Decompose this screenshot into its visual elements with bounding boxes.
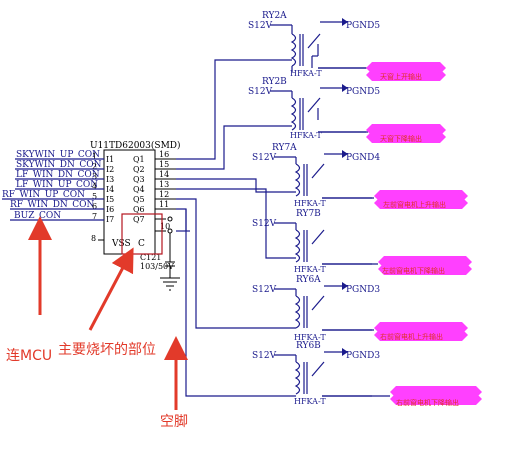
relay-gnd: PGND4 — [346, 153, 380, 163]
output-name: Q1 — [133, 155, 145, 164]
relay-ref: RY2A — [262, 11, 287, 21]
annotation-damage-text: 主要烧坏的部位 — [58, 342, 156, 358]
output-pin: 11 — [159, 200, 169, 209]
relay-model: HFKA-T — [290, 131, 322, 140]
input-name: I4 — [106, 185, 114, 194]
input-name: I2 — [106, 165, 114, 174]
input-name: I6 — [106, 205, 114, 214]
relay-supply: S12V — [252, 285, 277, 295]
ic-vss-label: VSS — [111, 239, 131, 249]
input-name: I7 — [106, 215, 114, 224]
relay-supply: S12V — [252, 351, 277, 361]
relay-supply: S12V — [248, 87, 273, 97]
ic-u11: U11TD62003(SMD) VSS 8 C 10 SKYWIN_UP_CON… — [2, 140, 181, 255]
output-tag-ry2a: 天窗上开输出 — [318, 62, 446, 81]
ic-input-7: BUZ_CON I7 7 — [10, 211, 114, 224]
output-name: Q4 — [133, 185, 145, 194]
relay-gnd: PGND3 — [346, 285, 380, 295]
output-pin: 13 — [159, 180, 169, 189]
output-tag-label: 右前窗电机上升输出 — [380, 332, 443, 341]
output-name: Q7 — [133, 215, 145, 224]
relay-ref: RY6A — [296, 275, 321, 285]
relay-drive-wires — [176, 59, 296, 397]
output-name: Q2 — [133, 165, 145, 174]
relay-supply: S12V — [248, 21, 273, 31]
output-pin: 15 — [159, 160, 169, 169]
input-pin: 4 — [92, 182, 97, 191]
output-tag-ry6b: 右前窗电机下降输出 — [322, 386, 482, 407]
output-tag-label: 左前窗电机上升输出 — [383, 200, 446, 209]
schematic: U11TD62003(SMD) VSS 8 C 10 SKYWIN_UP_CON… — [2, 11, 482, 430]
relay-ry2b: S12V RY2B PGND5 HFKA-T — [248, 77, 380, 140]
output-pin: 14 — [159, 170, 169, 179]
relay-ref: RY7A — [272, 143, 297, 153]
output-tag-label: 天窗上开输出 — [380, 72, 422, 81]
output-tag-label: 右前窗电机下降输出 — [396, 398, 459, 407]
output-tag-ry7a: 左前窗电机上升输出 — [322, 190, 468, 209]
input-name: I3 — [106, 175, 114, 184]
relay-gnd: PGND5 — [346, 87, 380, 97]
output-pin: 12 — [159, 190, 169, 199]
capacitor-c121: C121 103/50V — [140, 233, 180, 291]
output-name: Q3 — [133, 175, 145, 184]
relay-model: HFKA-T — [294, 265, 326, 274]
relay-supply: S12V — [252, 153, 277, 163]
relay-model: HFKA-T — [294, 199, 326, 208]
annotation-nc: 空脚 — [160, 336, 188, 430]
relay-model: HFKA-T — [294, 397, 326, 406]
annotation-nc-text: 空脚 — [160, 414, 188, 430]
output-name: Q6 — [133, 205, 145, 214]
output-tag-label: 左前窗电机下降输出 — [382, 266, 445, 275]
relay-gnd: PGND3 — [346, 351, 380, 361]
annotation-mcu-text: 连MCU — [6, 348, 52, 364]
relay-gnd: PGND5 — [346, 21, 380, 31]
output-name: Q5 — [133, 195, 145, 204]
output-pin: 16 — [159, 150, 169, 159]
relay-ref: RY2B — [262, 77, 287, 87]
ic-c-label: C — [138, 239, 145, 249]
ic-inputs: SKYWIN_UP_CON I1 1 SKYWIN_DN_CON I2 2 LF… — [2, 150, 114, 224]
relay-ry6a: S12V RY6A PGND3 HFKA-T — [252, 275, 380, 342]
relay-ref: RY6B — [296, 341, 321, 351]
relay-ref: RY7B — [296, 209, 321, 219]
output-tag-ry6a: 右前窗电机上升输出 — [322, 322, 468, 341]
annotation-damage: 主要烧坏的部位 — [58, 247, 156, 358]
input-name: I5 — [106, 195, 114, 204]
relay-supply: S12V — [252, 219, 277, 229]
output-tag-ry7b: 左前窗电机下降输出 — [322, 256, 472, 275]
input-pin: 6 — [92, 202, 97, 211]
input-name: I1 — [106, 155, 114, 164]
output-tag-ry2b: 天窗下降输出 — [318, 124, 446, 143]
output-tag-label: 天窗下降输出 — [380, 134, 422, 143]
relay-model: HFKA-T — [290, 69, 322, 78]
ic-vss-pin: 8 — [91, 234, 96, 243]
annotation-mcu: 连MCU — [6, 216, 52, 364]
